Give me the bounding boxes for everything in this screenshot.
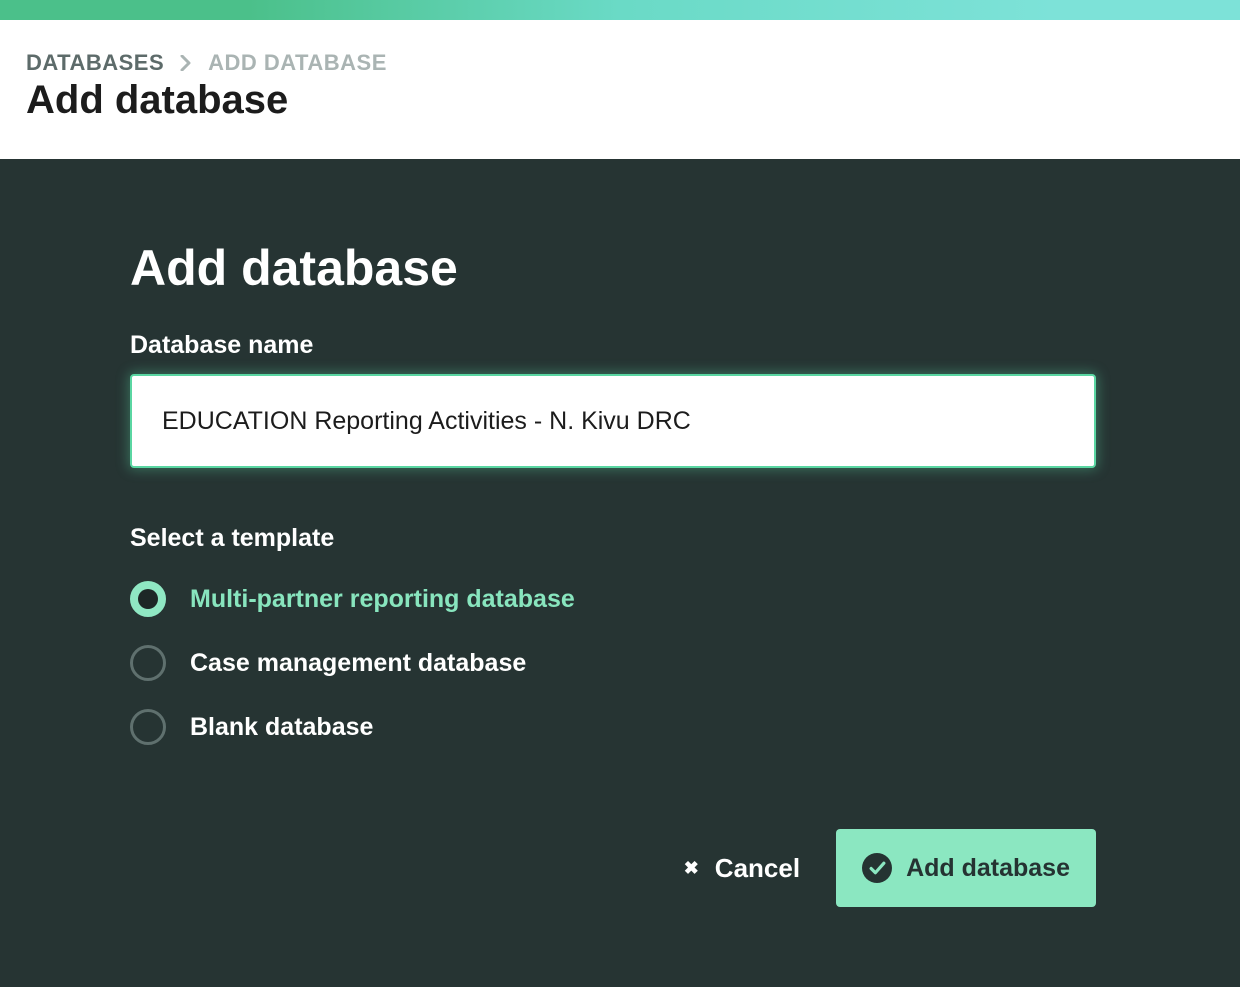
form-title: Add database [130,239,1110,297]
chevron-right-icon [180,55,192,71]
template-option-multi-partner[interactable]: Multi-partner reporting database [130,581,1110,617]
database-name-input[interactable] [130,374,1096,468]
template-option-label: Multi-partner reporting database [190,585,575,614]
page-header: DATABASES ADD DATABASE Add database [0,20,1240,159]
check-circle-icon [862,853,892,883]
template-option-label: Case management database [190,649,526,678]
radio-unselected-icon [130,709,166,745]
form-actions: ✖ Cancel Add database [130,829,1096,907]
close-icon: ✖ [684,858,699,879]
breadcrumb-item-databases[interactable]: DATABASES [26,50,164,76]
template-option-blank[interactable]: Blank database [130,709,1110,745]
database-name-label: Database name [130,331,1110,360]
radio-unselected-icon [130,645,166,681]
breadcrumb-item-add-database: ADD DATABASE [208,50,387,76]
add-database-button-label: Add database [906,854,1070,883]
breadcrumb: DATABASES ADD DATABASE [26,50,1214,76]
cancel-button-label: Cancel [715,853,800,884]
cancel-button[interactable]: ✖ Cancel [684,853,800,884]
page-title: Add database [26,78,1214,123]
top-accent-bar [0,0,1240,20]
add-database-button[interactable]: Add database [836,829,1096,907]
template-section-label: Select a template [130,524,1110,553]
main-panel: Add database Database name Select a temp… [0,159,1240,987]
template-option-label: Blank database [190,713,373,742]
template-section: Select a template Multi-partner reportin… [130,524,1110,745]
radio-selected-icon [130,581,166,617]
template-option-case-management[interactable]: Case management database [130,645,1110,681]
